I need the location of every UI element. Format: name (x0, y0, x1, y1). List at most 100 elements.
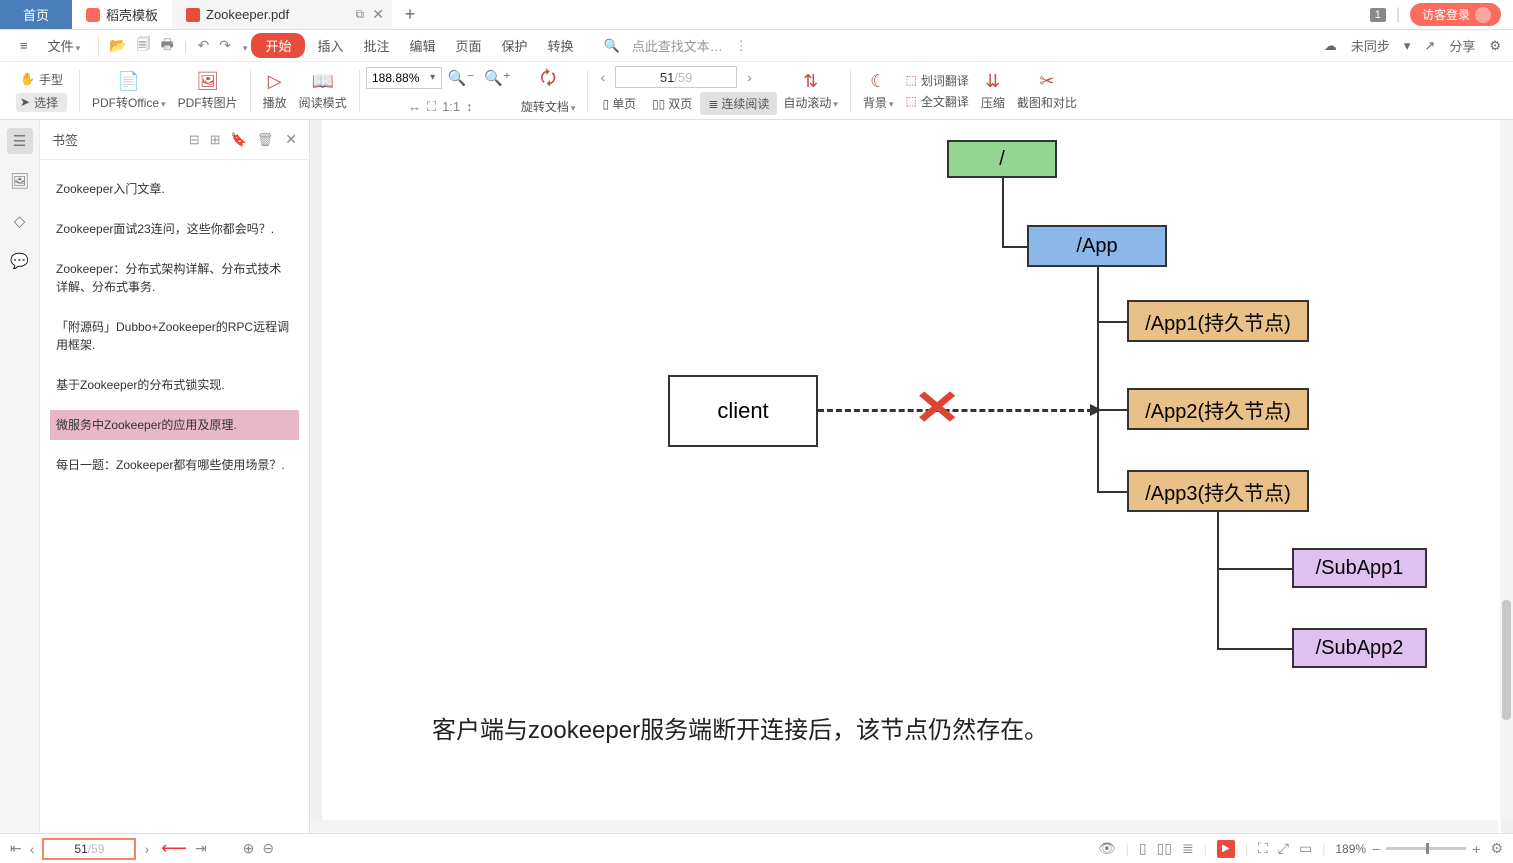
menu-protect[interactable]: 保护 (494, 34, 536, 57)
continuous-button[interactable]: ≣连续阅读 (700, 92, 777, 115)
menu-insert[interactable]: 插入 (309, 34, 351, 57)
prev-page-icon[interactable]: ‹ (30, 841, 35, 857)
hamburger-icon[interactable]: ≡ (12, 36, 36, 55)
scroll-thumb[interactable] (1502, 600, 1511, 720)
view-continuous-icon[interactable]: ≣ (1182, 840, 1194, 857)
bookmark-item[interactable]: 基于Zookeeper的分布式锁实现. (50, 370, 299, 400)
page-input[interactable]: 51/59 (615, 66, 737, 88)
last-page-icon[interactable]: ⇥ (195, 840, 207, 857)
settings-status-icon[interactable]: ⚙ (1490, 840, 1503, 857)
menu-convert[interactable]: 转换 (540, 34, 582, 57)
full-translate-button[interactable]: ⬚全文翻译 (905, 93, 968, 110)
tab-home[interactable]: 首页 (0, 0, 72, 29)
read-mode-button[interactable]: 📖阅读模式 (293, 71, 353, 111)
pdf-to-office-button[interactable]: 📄PDF转Office (86, 71, 172, 111)
share-icon[interactable]: ↗ (1424, 38, 1435, 54)
search-more-icon[interactable]: ⋮ (735, 38, 748, 54)
menu-edit[interactable]: 编辑 (401, 34, 443, 57)
redo-icon[interactable]: ↷ (219, 37, 231, 54)
status-page-input[interactable]: 51/59 (42, 838, 136, 860)
fit-icon[interactable]: ⛶ (1258, 840, 1268, 857)
page-next-icon[interactable]: › (741, 69, 758, 85)
fit-height-icon[interactable]: ↕ (466, 99, 473, 115)
zoom-in-btn[interactable]: + (1472, 841, 1480, 857)
bookmark-item[interactable]: 微服务中Zookeeper的应用及原理. (50, 410, 299, 440)
autoscroll-button[interactable]: ⇅自动滚动 (777, 71, 844, 111)
login-button[interactable]: 访客登录 (1410, 3, 1501, 26)
tab-template[interactable]: 稻壳模板 (72, 0, 172, 29)
expand-all-icon[interactable]: ⊞ (210, 132, 221, 148)
remove-page-icon[interactable]: ⊖ (262, 840, 274, 857)
word-translate-button[interactable]: ⬚划词翻译 (905, 72, 968, 89)
page-prev-icon[interactable]: ‹ (594, 69, 611, 85)
cloud-icon[interactable]: ☁ (1324, 38, 1337, 54)
document-viewport[interactable]: / /App /App1(持久节点) /App2(持久节点) /App3(持久节… (310, 120, 1513, 833)
sync-dropdown-icon[interactable]: ▾ (1404, 38, 1411, 54)
first-page-icon[interactable]: ⇤ (10, 840, 22, 857)
double-page-button[interactable]: ▯▯双页 (644, 92, 700, 115)
background-button[interactable]: ☾背景 (857, 71, 900, 111)
view-single-icon[interactable]: ▯ (1139, 840, 1147, 857)
add-page-icon[interactable]: ⊕ (243, 840, 255, 857)
tab-add-button[interactable]: + (392, 0, 428, 29)
play-button[interactable]: ▷播放 (257, 71, 293, 111)
word-translate-label: 划词翻译 (921, 72, 969, 89)
zoom-out-btn[interactable]: − (1372, 841, 1380, 857)
thumbnails-rail-icon[interactable]: 🖼 (7, 168, 33, 194)
select-mode-button[interactable]: ➤选择 (16, 93, 67, 112)
vertical-scrollbar[interactable] (1500, 120, 1513, 820)
search-hint[interactable]: 点此查找文本… (624, 34, 731, 57)
notification-badge[interactable]: 1 (1370, 8, 1386, 22)
print-icon[interactable]: 🖶 (161, 34, 174, 58)
single-page-button[interactable]: ▯单页 (594, 92, 644, 115)
moon-icon: ☾ (870, 71, 886, 92)
pdf-to-image-button[interactable]: 🖼PDF转图片 (172, 71, 244, 111)
presentation-icon[interactable]: ▭ (1299, 840, 1312, 857)
tab-document[interactable]: Zookeeper.pdf ⧉ ✕ (172, 0, 392, 29)
zoom-input[interactable]: ▾ (366, 67, 442, 89)
tab-duplicate-icon[interactable]: ⧉ (355, 7, 364, 22)
bookmark-item[interactable]: Zookeeper：分布式架构详解、分布式技术详解、分布式事务. (50, 254, 299, 302)
eye-icon[interactable]: 👁 (1098, 840, 1116, 857)
zoom-slider[interactable] (1386, 847, 1466, 850)
tab-close-icon[interactable]: ✕ (372, 6, 384, 23)
zoom-value[interactable] (367, 71, 425, 85)
bookmark-add-icon[interactable]: 🔖 (231, 132, 247, 148)
bookmark-item[interactable]: 「附源码」Dubbo+Zookeeper的RPC远程调用框架. (50, 312, 299, 360)
compress-button[interactable]: ⇊压缩 (975, 71, 1011, 111)
snip-compare-button[interactable]: ✂截图和对比 (1011, 71, 1083, 111)
panel-close-icon[interactable]: ✕ (285, 131, 297, 148)
fit-width-icon[interactable]: ↔ (408, 99, 421, 115)
save-icon[interactable]: 🗐 (137, 34, 151, 58)
zoom-in-icon[interactable]: 🔍⁺ (480, 69, 515, 87)
rotate-button[interactable]: 🗘旋转文档 (515, 66, 582, 115)
open-icon[interactable]: 📂 (109, 37, 126, 54)
zoom-out-icon[interactable]: 🔍⁻ (444, 69, 479, 87)
redo-dropdown[interactable] (241, 38, 248, 54)
bookmark-item[interactable]: 每日一题：Zookeeper都有哪些使用场景？. (50, 450, 299, 480)
outline-rail-icon[interactable]: ☰ (7, 128, 33, 154)
horizontal-scrollbar[interactable] (310, 820, 1498, 833)
menu-page[interactable]: 页面 (448, 34, 490, 57)
attachments-rail-icon[interactable]: ◇ (7, 208, 33, 234)
menu-start[interactable]: 开始 (251, 33, 305, 58)
record-icon[interactable]: ▶ (1217, 840, 1235, 858)
bookmark-del-icon[interactable]: 🗑 (257, 132, 274, 148)
settings-icon[interactable]: ⚙ (1489, 38, 1501, 54)
zoom-dropdown-icon[interactable]: ▾ (425, 72, 441, 83)
fit-page-icon[interactable]: ⛶ (427, 99, 436, 115)
share-label[interactable]: 分享 (1449, 36, 1475, 55)
next-page-icon[interactable]: › (144, 841, 149, 857)
undo-icon[interactable]: ↶ (197, 37, 209, 54)
actual-size-icon[interactable]: 1:1 (442, 99, 460, 115)
file-menu[interactable]: 文件 (40, 34, 89, 57)
bookmark-item[interactable]: Zookeeper面试23连问，这些你都会吗？. (50, 214, 299, 244)
menu-comment[interactable]: 批注 (355, 34, 397, 57)
hand-mode-button[interactable]: ✋手型 (16, 70, 67, 89)
view-double-icon[interactable]: ▯▯ (1157, 840, 1172, 857)
bookmark-item[interactable]: Zookeeper入门文章. (50, 174, 299, 204)
collapse-all-icon[interactable]: ⊟ (189, 132, 200, 148)
search-icon[interactable]: 🔍 (604, 38, 620, 54)
comments-rail-icon[interactable]: 💬 (7, 248, 33, 274)
fullscreen-icon[interactable]: ⤢ (1278, 840, 1289, 857)
